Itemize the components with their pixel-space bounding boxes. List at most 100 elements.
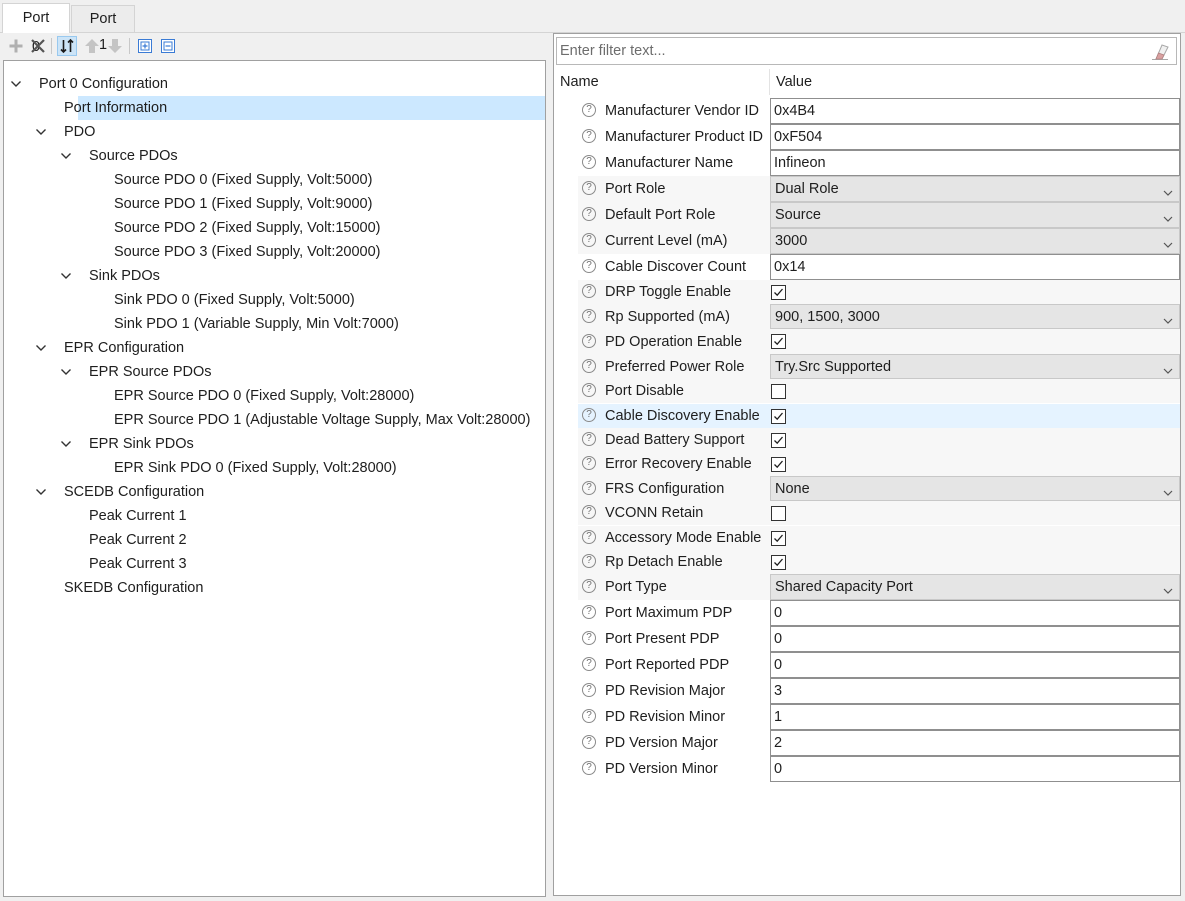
- help-icon[interactable]: ?: [582, 683, 596, 697]
- tree-node[interactable]: Source PDOs: [89, 144, 178, 168]
- tree-node[interactable]: Source PDO 1 (Fixed Supply, Volt:9000): [114, 192, 372, 216]
- help-icon[interactable]: ?: [582, 554, 596, 568]
- property-row[interactable]: ? Cable Discovery Enable: [578, 404, 1180, 428]
- property-row[interactable]: ? Cable Discover Count 0x14: [578, 254, 1180, 280]
- tree-node[interactable]: Port Information: [64, 96, 167, 120]
- tab-port-0[interactable]: Port 0: [2, 3, 70, 55]
- property-value-field[interactable]: 0xF504: [770, 124, 1180, 150]
- property-row[interactable]: ? Port Type Shared Capacity Port: [578, 574, 1180, 600]
- tab-port-1[interactable]: Port 1: [71, 5, 135, 53]
- property-row[interactable]: ? Rp Detach Enable: [578, 550, 1180, 574]
- property-value-dropdown[interactable]: Shared Capacity Port: [770, 574, 1180, 600]
- property-row[interactable]: ? PD Version Minor 0: [578, 756, 1180, 782]
- help-icon[interactable]: ?: [582, 408, 596, 422]
- tree-node[interactable]: PDO: [64, 120, 95, 144]
- checkbox-checked[interactable]: [771, 334, 786, 349]
- tree-node[interactable]: EPR Sink PDO 0 (Fixed Supply, Volt:28000…: [114, 456, 397, 480]
- help-icon[interactable]: ?: [582, 709, 596, 723]
- property-value-dropdown[interactable]: Source: [770, 202, 1180, 228]
- tree-node[interactable]: SKEDB Configuration: [64, 576, 203, 600]
- expand-chevron-icon[interactable]: [35, 480, 47, 504]
- help-icon[interactable]: ?: [582, 181, 596, 195]
- tree-node[interactable]: Sink PDOs: [89, 264, 160, 288]
- add-icon[interactable]: [6, 36, 26, 56]
- property-row[interactable]: ? Port Reported PDP 0: [578, 652, 1180, 678]
- property-row[interactable]: ? PD Revision Major 3: [578, 678, 1180, 704]
- help-icon[interactable]: ?: [582, 383, 596, 397]
- tree-node[interactable]: Peak Current 1: [89, 504, 187, 528]
- column-separator[interactable]: [769, 69, 770, 95]
- expand-chevron-icon[interactable]: [35, 336, 47, 360]
- property-row[interactable]: ? Manufacturer Vendor ID 0x4B4: [578, 98, 1180, 124]
- help-icon[interactable]: ?: [582, 657, 596, 671]
- help-icon[interactable]: ?: [582, 129, 596, 143]
- tree-node[interactable]: Port 0 Configuration: [39, 72, 168, 96]
- property-row[interactable]: ? Dead Battery Support: [578, 428, 1180, 452]
- checkbox-unchecked[interactable]: [771, 383, 786, 399]
- help-icon[interactable]: ?: [582, 207, 596, 221]
- property-row[interactable]: ? PD Revision Minor 1: [578, 704, 1180, 730]
- tree-node[interactable]: Sink PDO 1 (Variable Supply, Min Volt:70…: [114, 312, 399, 336]
- property-row[interactable]: ? PD Version Major 2: [578, 730, 1180, 756]
- tree-node[interactable]: Peak Current 3: [89, 552, 187, 576]
- help-icon[interactable]: ?: [582, 358, 596, 373]
- tree-node[interactable]: EPR Source PDO 0 (Fixed Supply, Volt:280…: [114, 384, 414, 408]
- help-icon[interactable]: ?: [582, 735, 596, 749]
- help-icon[interactable]: ?: [582, 103, 596, 117]
- checkbox-checked[interactable]: [771, 530, 786, 546]
- help-icon[interactable]: ?: [582, 605, 596, 619]
- clear-filter-icon[interactable]: [1150, 43, 1170, 61]
- property-value-field[interactable]: Infineon: [770, 150, 1180, 176]
- property-row[interactable]: ? Preferred Power Role Try.Src Supported: [578, 354, 1180, 379]
- help-icon[interactable]: ?: [582, 480, 596, 495]
- property-row[interactable]: ? Port Disable: [578, 379, 1180, 403]
- sort-icon[interactable]: [57, 36, 77, 56]
- configuration-tree[interactable]: Port 0 Configuration Port Information PDO S…: [3, 60, 546, 897]
- move-up-icon[interactable]: [82, 36, 102, 56]
- expand-chevron-icon[interactable]: [60, 360, 72, 384]
- property-value-field[interactable]: 2: [770, 730, 1180, 756]
- property-value-field[interactable]: 0: [770, 600, 1180, 626]
- tree-node[interactable]: EPR Configuration: [64, 336, 184, 360]
- property-row[interactable]: ? PD Operation Enable: [578, 329, 1180, 354]
- property-row[interactable]: ? Port Present PDP 0: [578, 626, 1180, 652]
- help-icon[interactable]: ?: [582, 259, 596, 273]
- tree-node[interactable]: Source PDO 0 (Fixed Supply, Volt:5000): [114, 168, 372, 192]
- tree-node[interactable]: EPR Source PDO 1 (Adjustable Voltage Sup…: [114, 408, 530, 432]
- collapse-all-icon[interactable]: [158, 36, 178, 56]
- tree-node[interactable]: EPR Source PDOs: [89, 360, 212, 384]
- property-value-dropdown[interactable]: 900, 1500, 3000: [770, 304, 1180, 329]
- property-row[interactable]: ? DRP Toggle Enable: [578, 280, 1180, 304]
- property-row[interactable]: ? Rp Supported (mA) 900, 1500, 3000: [578, 304, 1180, 329]
- filter-input[interactable]: [560, 40, 1140, 62]
- help-icon[interactable]: ?: [582, 155, 596, 169]
- property-value-dropdown[interactable]: None: [770, 476, 1180, 501]
- tree-node[interactable]: Sink PDO 0 (Fixed Supply, Volt:5000): [114, 288, 355, 312]
- property-row[interactable]: ? Manufacturer Product ID 0xF504: [578, 124, 1180, 150]
- property-row[interactable]: ? Current Level (mA) 3000: [578, 228, 1180, 254]
- tree-node[interactable]: Source PDO 2 (Fixed Supply, Volt:15000): [114, 216, 381, 240]
- property-value-dropdown[interactable]: Dual Role: [770, 176, 1180, 202]
- property-row[interactable]: ? Port Maximum PDP 0: [578, 600, 1180, 626]
- property-row[interactable]: ? Default Port Role Source: [578, 202, 1180, 228]
- help-icon[interactable]: ?: [582, 631, 596, 645]
- help-icon[interactable]: ?: [582, 761, 596, 775]
- help-icon[interactable]: ?: [582, 432, 596, 446]
- property-value-field[interactable]: 3: [770, 678, 1180, 704]
- tree-node[interactable]: EPR Sink PDOs: [89, 432, 194, 456]
- help-icon[interactable]: ?: [582, 530, 596, 544]
- checkbox-checked[interactable]: [771, 284, 786, 300]
- expand-chevron-icon[interactable]: [35, 120, 47, 144]
- property-value-field[interactable]: 0: [770, 756, 1180, 782]
- checkbox-checked[interactable]: [771, 408, 786, 424]
- property-value-field[interactable]: 1: [770, 704, 1180, 730]
- name-column-header[interactable]: Name: [560, 69, 599, 95]
- checkbox-checked[interactable]: [771, 554, 786, 570]
- tree-node[interactable]: Source PDO 3 (Fixed Supply, Volt:20000): [114, 240, 381, 264]
- help-icon[interactable]: ?: [582, 333, 596, 348]
- expand-chevron-icon[interactable]: [10, 72, 22, 96]
- expand-chevron-icon[interactable]: [60, 144, 72, 168]
- help-icon[interactable]: ?: [582, 505, 596, 519]
- help-icon[interactable]: ?: [582, 284, 596, 298]
- property-value-dropdown[interactable]: 3000: [770, 228, 1180, 254]
